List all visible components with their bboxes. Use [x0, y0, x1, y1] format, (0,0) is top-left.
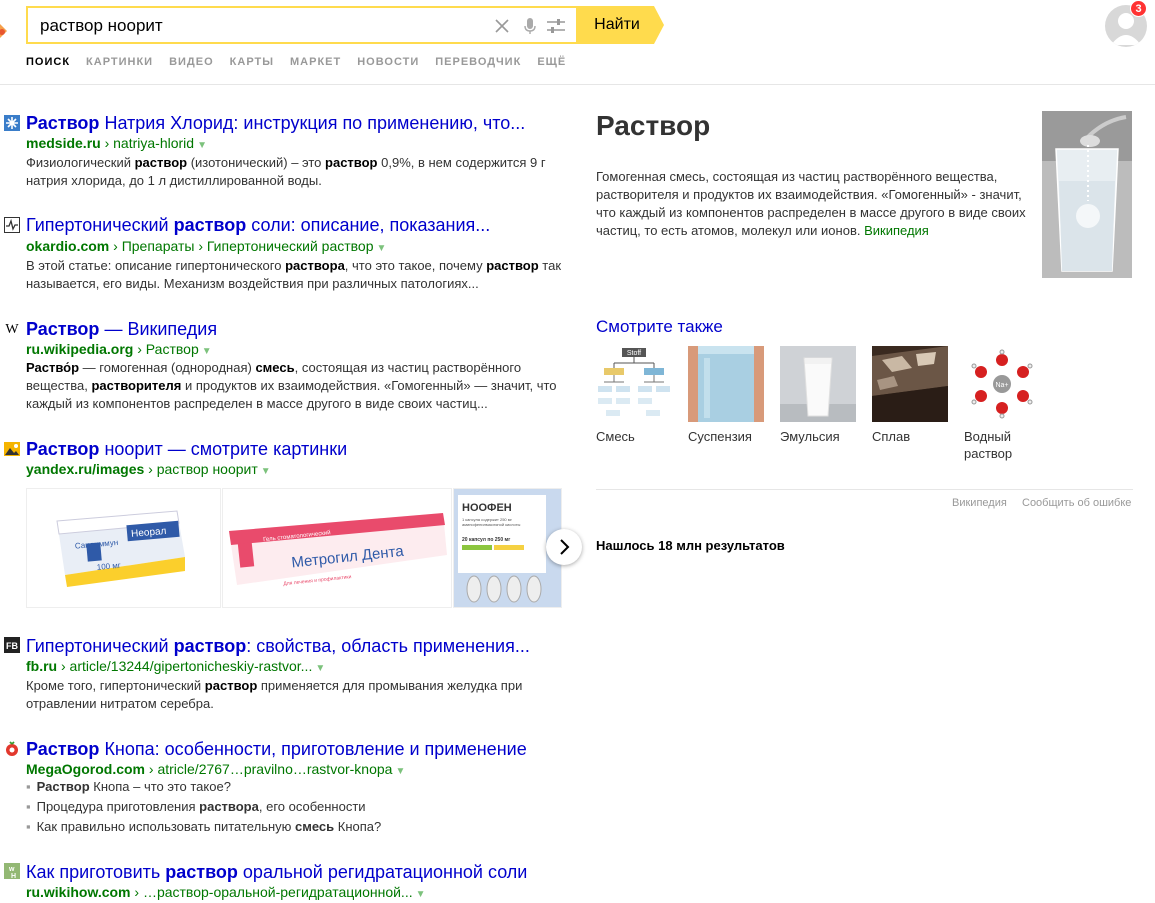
see-also-item[interactable]: Stoff Смесь	[596, 346, 676, 445]
result-title[interactable]: Раствор — Википедия	[26, 319, 217, 340]
svg-text:H: H	[11, 873, 16, 879]
okardio-favicon	[4, 217, 20, 233]
see-also-image: Na+	[964, 346, 1040, 422]
wikihow-favicon: wH	[4, 863, 20, 880]
search-button-label: Найти	[594, 16, 640, 33]
clear-icon[interactable]	[490, 14, 514, 38]
result-url[interactable]: yandex.ru/images › раствор ноорит ▼	[26, 461, 271, 477]
header-divider	[0, 84, 1155, 85]
result-snippet: Кроме того, гипертонический раствор прим…	[26, 678, 523, 711]
svg-text:FB: FB	[6, 641, 18, 651]
list-item[interactable]: ▪ Как правильно использовать питательную …	[26, 817, 381, 837]
images-next-button[interactable]	[546, 529, 582, 565]
images-favicon	[4, 441, 20, 457]
tab-more[interactable]: ЕЩЁ	[537, 56, 566, 70]
search-button[interactable]: Найти	[576, 6, 664, 44]
knowledge-title: Раствор	[596, 110, 711, 141]
svg-text:w: w	[8, 866, 15, 873]
result-url[interactable]: ru.wikihow.com › …раствор-оральной-регид…	[26, 884, 426, 900]
tab-video[interactable]: ВИДЕО	[169, 56, 214, 70]
result-title[interactable]: Гипертонический раствор: свойства, облас…	[26, 636, 530, 657]
result-title[interactable]: Как приготовить раствор оральной регидра…	[26, 862, 527, 883]
results-count: Нашлось 18 млн результатов	[596, 538, 785, 553]
result-url[interactable]: fb.ru › article/13244/gipertonicheskiy-r…	[26, 658, 325, 674]
tab-market[interactable]: МАРКЕТ	[290, 56, 341, 70]
list-item[interactable]: ▪ Процедура приготовления раствора, его о…	[26, 797, 381, 817]
tab-translator[interactable]: ПЕРЕВОДЧИК	[435, 56, 521, 70]
see-also-item[interactable]: Суспензия	[688, 346, 768, 445]
report-error-link[interactable]: Сообщить об ошибке	[1022, 497, 1131, 509]
result-title[interactable]: Раствор ноорит — смотрите картинки	[26, 439, 347, 460]
image-strip: Неорал Сандиммун 100 мг Гель стоматологи…	[26, 488, 582, 608]
search-input[interactable]	[40, 15, 480, 37]
result-url[interactable]: medside.ru › natriya-hlorid ▼	[26, 135, 207, 151]
see-also-heading[interactable]: Смотрите также	[596, 317, 723, 337]
microphone-icon[interactable]	[518, 14, 542, 38]
knowledge-description: Гомогенная смесь, состоящая из частиц ра…	[596, 169, 1026, 238]
result-title[interactable]: Раствор Кнопа: особенности, приготовлени…	[26, 739, 527, 760]
see-also-label: Эмульсия	[780, 429, 840, 444]
see-also-label: Смесь	[596, 429, 635, 444]
see-also-image: Stoff	[596, 346, 672, 422]
notification-badge[interactable]: 3	[1130, 0, 1147, 17]
knowledge-source-link[interactable]: Википедия	[864, 223, 929, 238]
tab-search[interactable]: ПОИСК	[26, 56, 70, 70]
tab-images[interactable]: КАРТИНКИ	[86, 56, 153, 70]
tab-maps[interactable]: КАРТЫ	[230, 56, 274, 70]
see-also-item[interactable]: Na+ Водный раствор	[964, 346, 1044, 462]
result-snippet: Раство́р — гомогенная (однородная) смесь…	[26, 360, 557, 411]
knowledge-divider	[596, 489, 1133, 490]
result-url[interactable]: MegaOgorod.com › atricle/2767…pravilno…r…	[26, 761, 405, 777]
footer-source-link[interactable]: Википедия	[952, 497, 1007, 509]
tab-news[interactable]: НОВОСТИ	[357, 56, 419, 70]
image-thumbnail[interactable]: Неорал Сандиммун 100 мг	[26, 488, 221, 608]
list-item[interactable]: ▪ Раствор Кнопа – что это такое?	[26, 777, 381, 797]
result-title[interactable]: Раствор Натрия Хлорид: инструкция по при…	[26, 113, 525, 134]
result-bullets: ▪ Раствор Кнопа – что это такое? ▪ Процеду…	[26, 777, 381, 837]
see-also-image	[780, 346, 856, 422]
svg-text:НООФЕН: НООФЕН	[462, 502, 512, 514]
svg-text:20 капсул по 250 мг: 20 капсул по 250 мг	[462, 537, 510, 543]
svg-text:аминофенилмасляной кислоты: аминофенилмасляной кислоты	[462, 522, 521, 527]
see-also-label: Сплав	[872, 429, 911, 444]
fb-favicon: FB	[4, 637, 20, 653]
see-also-item[interactable]: Сплав	[872, 346, 952, 445]
see-also-label: Суспензия	[688, 429, 752, 444]
see-also-item[interactable]: Эмульсия	[780, 346, 860, 445]
svg-text:Stoff: Stoff	[627, 350, 641, 357]
result-title[interactable]: Гипертонический раствор соли: описание, …	[26, 215, 490, 236]
wikipedia-favicon: W	[4, 320, 20, 337]
image-thumbnail[interactable]: Гель стоматологический Метрогил Дента Дл…	[222, 488, 452, 608]
medside-favicon	[4, 115, 20, 131]
see-also-label: Водный раствор	[964, 429, 1013, 461]
result-snippet: Физиологический раствор (изотонический) …	[26, 155, 546, 188]
result-url[interactable]: ru.wikipedia.org › Раствор ▼	[26, 341, 212, 357]
see-also-image	[872, 346, 948, 422]
search-box	[26, 6, 576, 44]
search-settings-icon[interactable]	[544, 14, 568, 38]
search-tabs: ПОИСК КАРТИНКИ ВИДЕО КАРТЫ МАРКЕТ НОВОСТ…	[26, 56, 582, 70]
megaogorod-favicon	[4, 741, 20, 757]
result-snippet: В этой статье: описание гипертонического…	[26, 258, 562, 291]
yandex-logo-fragment[interactable]	[0, 20, 8, 42]
see-also-image	[688, 346, 764, 422]
result-url[interactable]: okardio.com › Препараты › Гипертонически…	[26, 238, 386, 254]
svg-text:Na+: Na+	[995, 382, 1008, 389]
svg-text:W: W	[5, 322, 19, 336]
knowledge-image[interactable]	[1042, 111, 1132, 278]
